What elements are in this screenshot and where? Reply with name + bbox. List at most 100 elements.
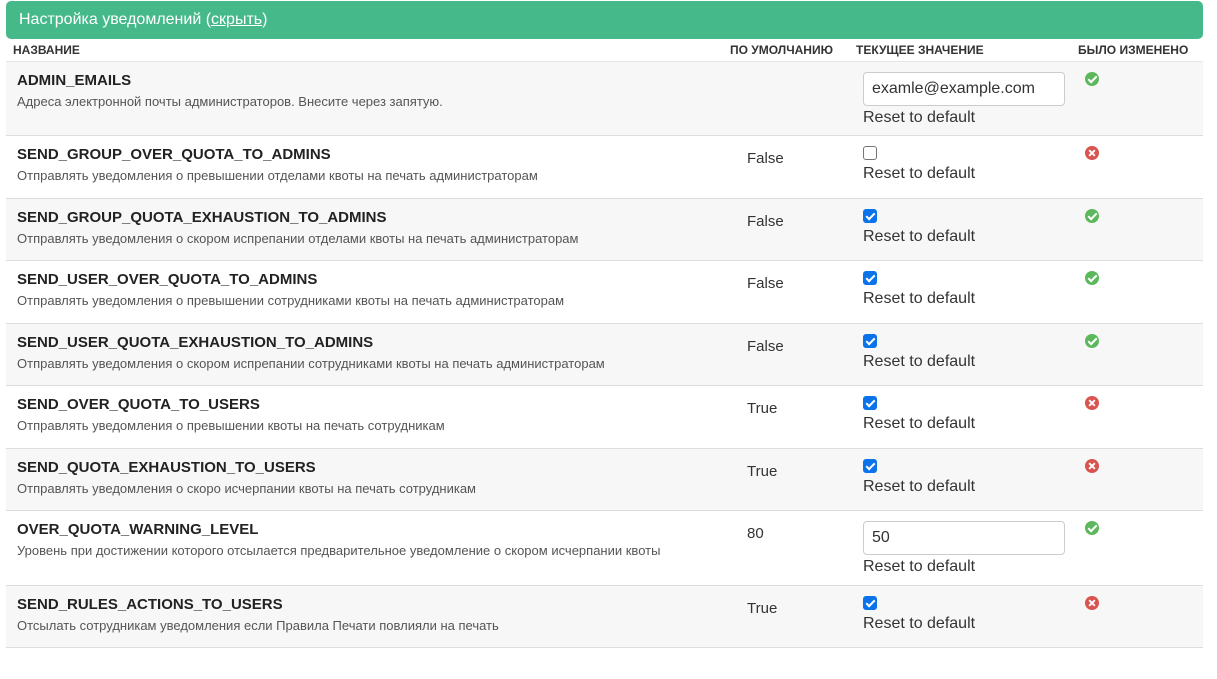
setting-name: OVER_QUOTA_WARNING_LEVEL xyxy=(17,521,259,538)
setting-description: Отправлять уведомления о скором испрепан… xyxy=(17,356,605,371)
current-value-cell: Reset to default xyxy=(856,198,1078,261)
column-header-default: ПО УМОЛЧАНИЮ xyxy=(730,39,856,62)
column-header-name: НАЗВАНИЕ xyxy=(6,39,730,62)
reset-to-default-link[interactable]: Reset to default xyxy=(863,165,1078,183)
setting-description: Адреса электронной почты администраторов… xyxy=(17,94,443,109)
table-row: SEND_GROUP_QUOTA_EXHAUSTION_TO_ADMINS Отп… xyxy=(6,198,1203,261)
changed-status-cell xyxy=(1078,385,1203,449)
reset-to-default-link[interactable]: Reset to default xyxy=(863,109,1078,127)
setting-description: Отправлять уведомления о скоро исчерпани… xyxy=(17,481,476,496)
check-circle-icon xyxy=(1085,334,1099,348)
table-row: SEND_USER_QUOTA_EXHAUSTION_TO_ADMINS Отпр… xyxy=(6,323,1203,386)
setting-value-checkbox[interactable] xyxy=(863,271,877,285)
x-circle-icon xyxy=(1085,459,1099,473)
setting-name: SEND_USER_OVER_QUOTA_TO_ADMINS xyxy=(17,271,318,288)
setting-value-checkbox[interactable] xyxy=(863,209,877,223)
setting-name-cell: OVER_QUOTA_WARNING_LEVEL Уровень при дост… xyxy=(6,510,730,586)
setting-name: ADMIN_EMAILS xyxy=(17,72,132,89)
changed-status-cell xyxy=(1078,448,1203,511)
changed-status-cell xyxy=(1078,260,1203,324)
table-header-row: НАЗВАНИЕ ПО УМОЛЧАНИЮ ТЕКУЩЕЕ ЗНАЧЕНИЕ Б… xyxy=(6,39,1203,62)
setting-value-input[interactable] xyxy=(863,72,1065,106)
setting-description: Отправлять уведомления о скором испрепан… xyxy=(17,231,579,246)
setting-value-checkbox[interactable] xyxy=(863,396,877,410)
x-circle-icon xyxy=(1085,146,1099,160)
default-value: False xyxy=(747,275,784,292)
column-header-changed: БЫЛО ИЗМЕНЕНО xyxy=(1078,39,1203,62)
setting-name: SEND_USER_QUOTA_EXHAUSTION_TO_ADMINS xyxy=(17,334,374,351)
notification-settings-panel: Настройка уведомлений (скрыть) НАЗВАНИЕ … xyxy=(6,1,1203,648)
reset-to-default-link[interactable]: Reset to default xyxy=(863,228,1078,246)
x-circle-icon xyxy=(1085,396,1099,410)
default-value-cell: True xyxy=(730,448,856,511)
setting-name-cell: ADMIN_EMAILS Адреса электронной почты адм… xyxy=(6,61,730,136)
changed-status-cell xyxy=(1078,198,1203,261)
setting-name: SEND_QUOTA_EXHAUSTION_TO_USERS xyxy=(17,459,316,476)
default-value: False xyxy=(747,338,784,355)
reset-to-default-link[interactable]: Reset to default xyxy=(863,558,1078,576)
reset-to-default-link[interactable]: Reset to default xyxy=(863,415,1078,433)
default-value-cell xyxy=(730,61,856,136)
setting-value-checkbox[interactable] xyxy=(863,146,877,160)
current-value-cell: Reset to default xyxy=(856,385,1078,449)
table-row: SEND_QUOTA_EXHAUSTION_TO_USERS Отправлять… xyxy=(6,448,1203,511)
setting-name: SEND_GROUP_OVER_QUOTA_TO_ADMINS xyxy=(17,146,331,163)
setting-value-checkbox[interactable] xyxy=(863,596,877,610)
setting-name-cell: SEND_QUOTA_EXHAUSTION_TO_USERS Отправлять… xyxy=(6,448,730,511)
setting-name: SEND_OVER_QUOTA_TO_USERS xyxy=(17,396,260,413)
default-value-cell: False xyxy=(730,135,856,199)
check-circle-icon xyxy=(1085,271,1099,285)
check-circle-icon xyxy=(1085,72,1099,86)
panel-title: Настройка уведомлений xyxy=(19,11,202,28)
default-value-cell: True xyxy=(730,585,856,648)
table-row: SEND_GROUP_OVER_QUOTA_TO_ADMINS Отправлят… xyxy=(6,135,1203,199)
reset-to-default-link[interactable]: Reset to default xyxy=(863,615,1078,633)
default-value: False xyxy=(747,150,784,167)
column-header-current: ТЕКУЩЕЕ ЗНАЧЕНИЕ xyxy=(856,39,1078,62)
setting-name-cell: SEND_USER_QUOTA_EXHAUSTION_TO_ADMINS Отпр… xyxy=(6,323,730,386)
setting-value-checkbox[interactable] xyxy=(863,459,877,473)
current-value-cell: Reset to default xyxy=(856,135,1078,199)
x-circle-icon xyxy=(1085,596,1099,610)
open-paren: ( xyxy=(201,11,212,28)
setting-name-cell: SEND_RULES_ACTIONS_TO_USERS Отсылать сотр… xyxy=(6,585,730,648)
check-circle-icon xyxy=(1085,209,1099,223)
close-paren: ) xyxy=(262,11,268,28)
table-row: ADMIN_EMAILS Адреса электронной почты адм… xyxy=(6,61,1203,136)
changed-status-cell xyxy=(1078,585,1203,648)
setting-description: Уровень при достижении которого отсылает… xyxy=(17,543,661,558)
table-row: SEND_OVER_QUOTA_TO_USERS Отправлять уведо… xyxy=(6,385,1203,449)
reset-to-default-link[interactable]: Reset to default xyxy=(863,353,1078,371)
setting-value-checkbox[interactable] xyxy=(863,334,877,348)
current-value-cell: Reset to default xyxy=(856,510,1078,586)
reset-to-default-link[interactable]: Reset to default xyxy=(863,290,1078,308)
table-row: SEND_USER_OVER_QUOTA_TO_ADMINS Отправлять… xyxy=(6,260,1203,324)
settings-table: НАЗВАНИЕ ПО УМОЛЧАНИЮ ТЕКУЩЕЕ ЗНАЧЕНИЕ Б… xyxy=(6,39,1203,648)
current-value-cell: Reset to default xyxy=(856,448,1078,511)
setting-description: Отсылать сотрудникам уведомления если Пр… xyxy=(17,618,499,633)
default-value: False xyxy=(747,213,784,230)
setting-name: SEND_RULES_ACTIONS_TO_USERS xyxy=(17,596,283,613)
hide-link[interactable]: скрыть xyxy=(211,11,262,28)
setting-name: SEND_GROUP_QUOTA_EXHAUSTION_TO_ADMINS xyxy=(17,209,387,226)
setting-name-cell: SEND_GROUP_QUOTA_EXHAUSTION_TO_ADMINS Отп… xyxy=(6,198,730,261)
changed-status-cell xyxy=(1078,61,1203,136)
setting-value-input[interactable] xyxy=(863,521,1065,555)
reset-to-default-link[interactable]: Reset to default xyxy=(863,478,1078,496)
table-row: OVER_QUOTA_WARNING_LEVEL Уровень при дост… xyxy=(6,510,1203,586)
setting-description: Отправлять уведомления о превышении отде… xyxy=(17,168,538,183)
setting-name-cell: SEND_USER_OVER_QUOTA_TO_ADMINS Отправлять… xyxy=(6,260,730,324)
current-value-cell: Reset to default xyxy=(856,61,1078,136)
setting-description: Отправлять уведомления о превышении сотр… xyxy=(17,293,565,308)
setting-name-cell: SEND_OVER_QUOTA_TO_USERS Отправлять уведо… xyxy=(6,385,730,449)
panel-header: Настройка уведомлений (скрыть) xyxy=(6,1,1203,39)
table-row: SEND_RULES_ACTIONS_TO_USERS Отсылать сотр… xyxy=(6,585,1203,648)
setting-name-cell: SEND_GROUP_OVER_QUOTA_TO_ADMINS Отправлят… xyxy=(6,135,730,199)
current-value-cell: Reset to default xyxy=(856,260,1078,324)
default-value-cell: 80 xyxy=(730,510,856,586)
changed-status-cell xyxy=(1078,510,1203,586)
default-value-cell: False xyxy=(730,260,856,324)
changed-status-cell xyxy=(1078,135,1203,199)
default-value: True xyxy=(747,463,778,480)
default-value: True xyxy=(747,400,778,417)
